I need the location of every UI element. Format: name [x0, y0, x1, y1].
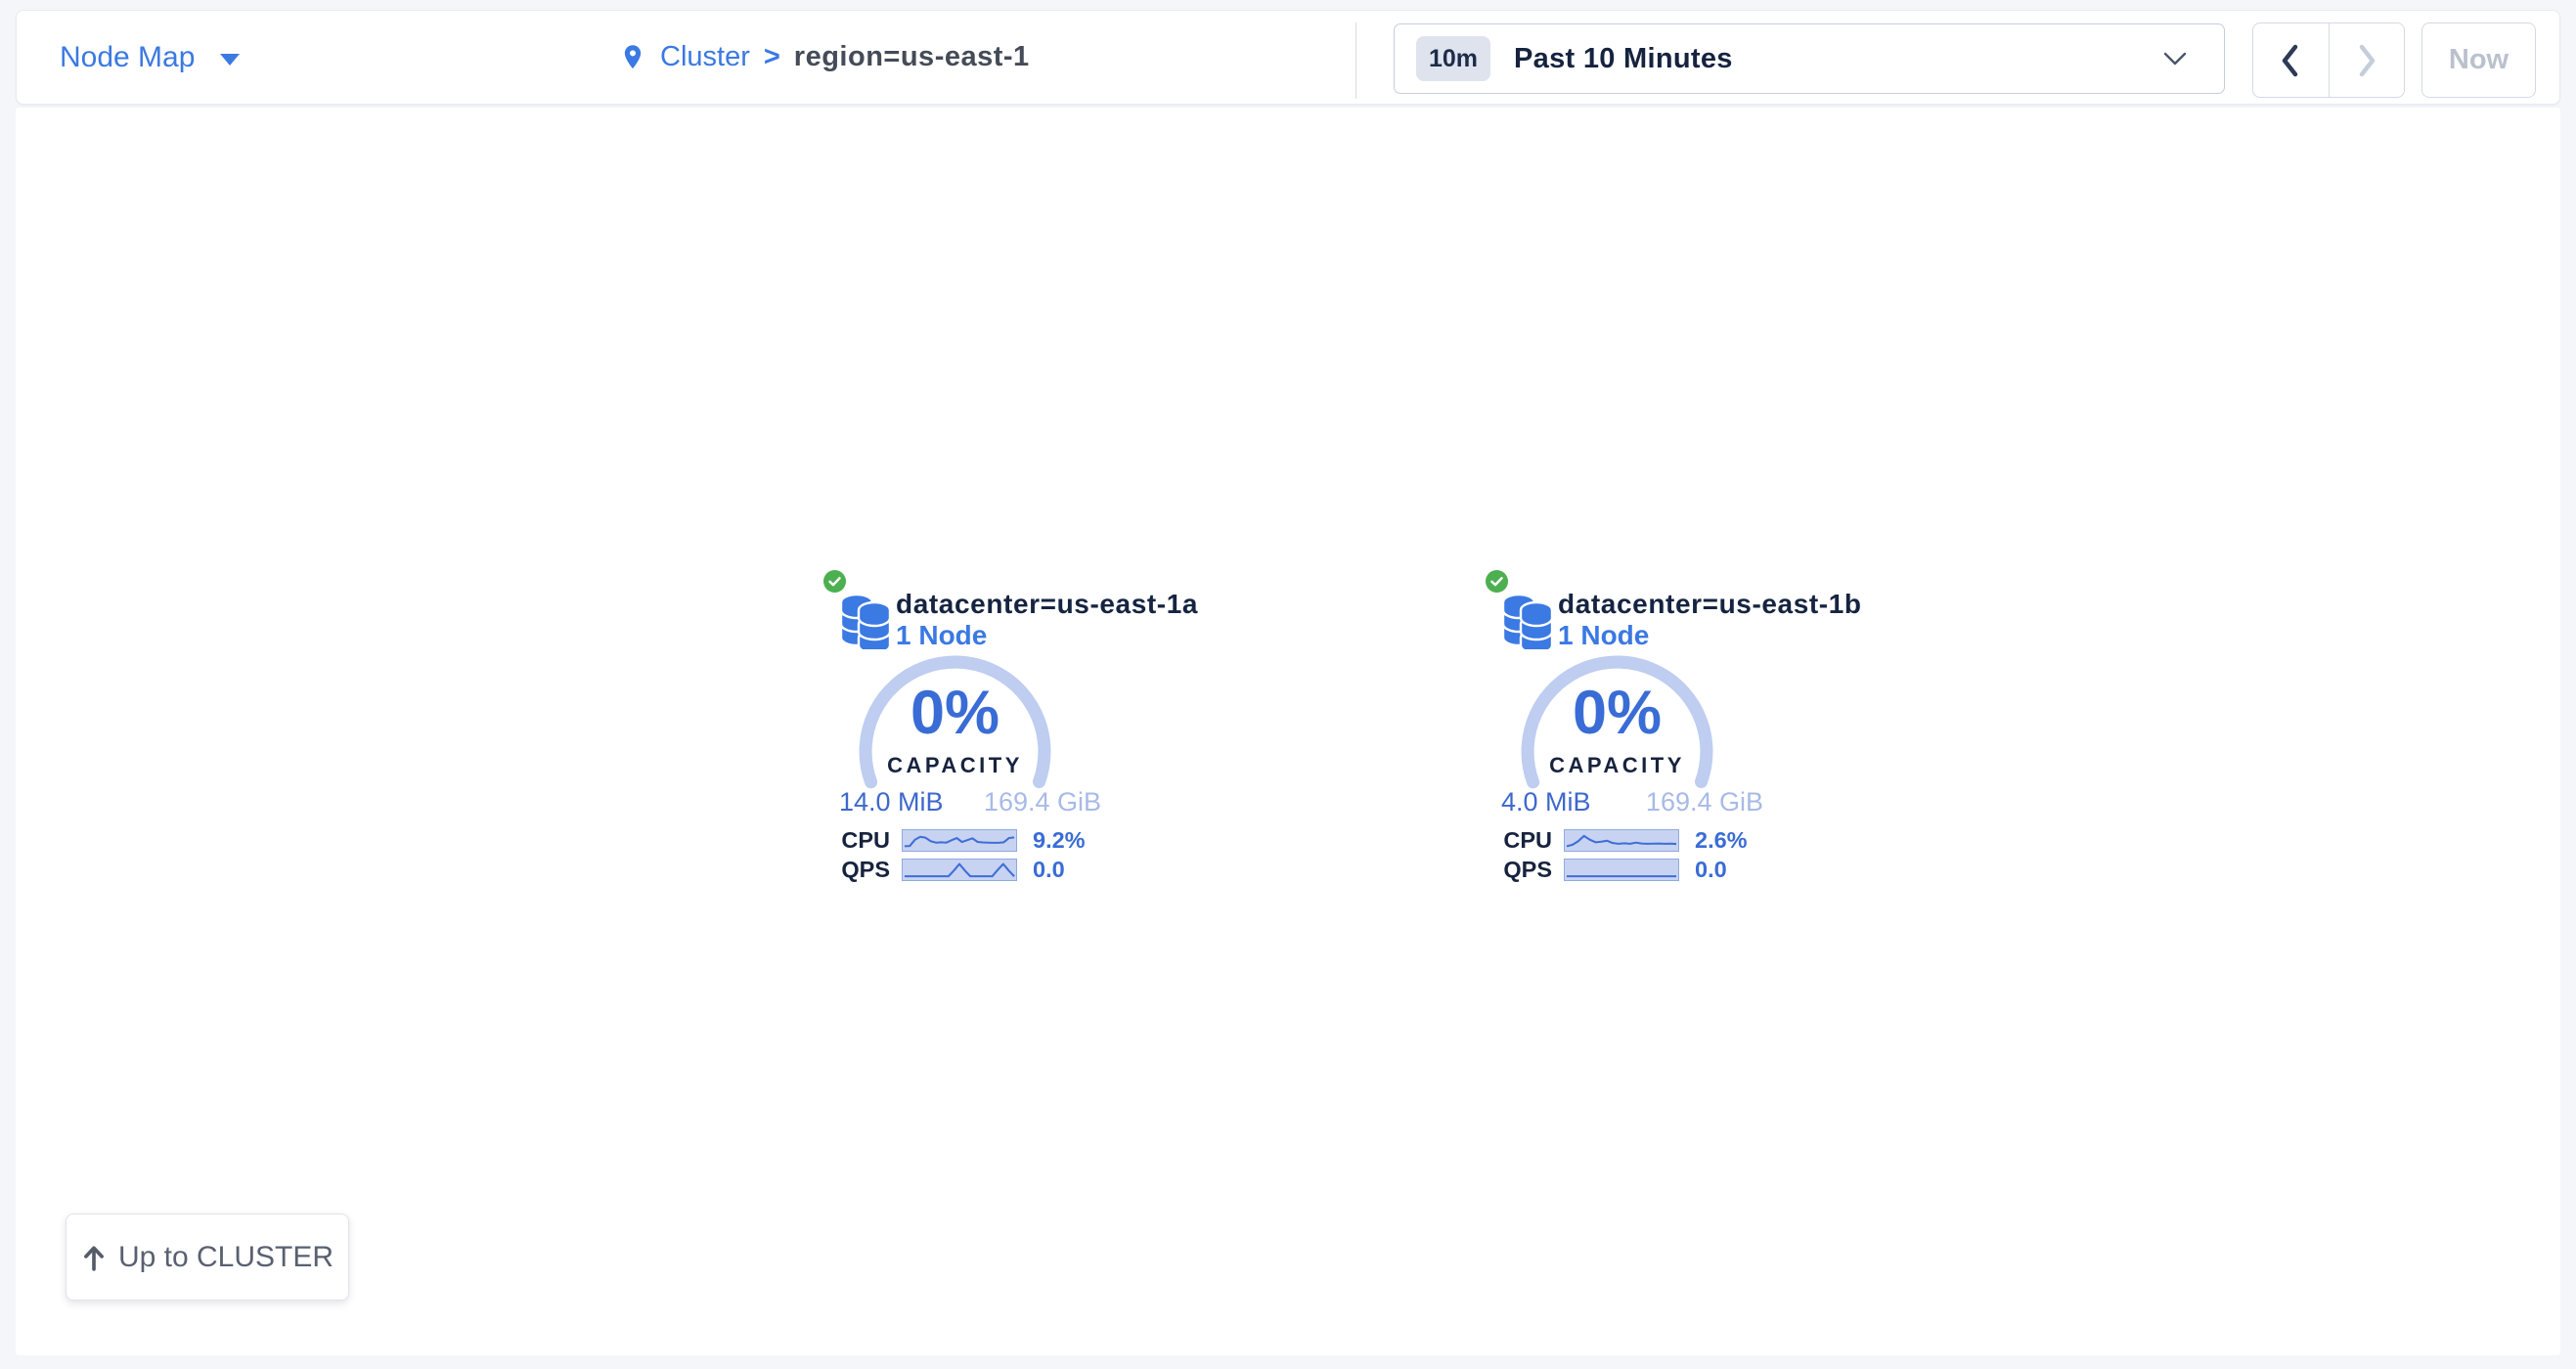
capacity-total: 169.4 GiB: [984, 787, 1101, 817]
metric-label-cpu: CPU: [1484, 827, 1552, 854]
status-healthy-icon: [1486, 570, 1508, 593]
breadcrumb-cluster-link[interactable]: Cluster: [660, 41, 750, 73]
up-to-cluster-label: Up to CLUSTER: [118, 1241, 333, 1274]
capacity-caption: CAPACITY: [855, 753, 1055, 778]
datacenter-card-us-east-1a[interactable]: datacenter=us-east-1a 1 Node 0% CAPACITY…: [822, 567, 1115, 895]
now-button[interactable]: Now: [2421, 22, 2536, 98]
time-forward-button[interactable]: [2330, 23, 2405, 97]
breadcrumb-current: region=us-east-1: [794, 41, 1030, 73]
time-back-button[interactable]: [2253, 23, 2330, 97]
breadcrumb-separator: >: [764, 41, 780, 73]
view-selector-label: Node Map: [60, 41, 195, 74]
qps-sparkline: [902, 859, 1017, 881]
cpu-value: 9.2%: [1033, 827, 1086, 854]
datacenter-node-count: 1 Node: [1558, 620, 1649, 651]
up-arrow-icon: [81, 1244, 107, 1271]
qps-metric-row: QPS 0.0: [822, 858, 1115, 881]
location-pin-icon: [619, 39, 646, 75]
caret-down-icon: [220, 54, 240, 66]
capacity-used: 14.0 MiB: [839, 787, 944, 817]
chevron-down-icon: [2163, 52, 2187, 66]
cpu-metric-row: CPU 2.6%: [1484, 828, 1777, 852]
time-window-dropdown[interactable]: 10m Past 10 Minutes: [1394, 23, 2225, 94]
capacity-caption: CAPACITY: [1517, 753, 1717, 778]
capacity-percentage: 0%: [1517, 683, 1717, 744]
time-nav-arrows: [2252, 22, 2405, 98]
capacity-percentage: 0%: [855, 683, 1055, 744]
qps-sparkline: [1564, 859, 1679, 881]
capacity-used: 4.0 MiB: [1501, 787, 1591, 817]
database-stack-icon: [835, 593, 896, 649]
breadcrumb: Cluster > region=us-east-1: [619, 11, 1030, 104]
metric-label-qps: QPS: [822, 857, 890, 883]
capacity-values-row: 14.0 MiB 169.4 GiB: [839, 787, 1101, 817]
status-healthy-icon: [823, 570, 846, 593]
chevron-right-icon: [2356, 44, 2377, 77]
qps-value: 0.0: [1695, 857, 1727, 883]
qps-value: 0.0: [1033, 857, 1065, 883]
cpu-sparkline: [1564, 829, 1679, 852]
datacenter-node-count: 1 Node: [896, 620, 987, 651]
capacity-total: 169.4 GiB: [1646, 787, 1763, 817]
chevron-left-icon: [2280, 44, 2301, 77]
database-stack-icon: [1497, 593, 1558, 649]
metric-label-cpu: CPU: [822, 827, 890, 854]
node-map-canvas: [16, 108, 2560, 1355]
metric-label-qps: QPS: [1484, 857, 1552, 883]
view-selector-dropdown[interactable]: Node Map: [60, 11, 240, 104]
cpu-metric-row: CPU 9.2%: [822, 828, 1115, 852]
capacity-values-row: 4.0 MiB 169.4 GiB: [1501, 787, 1763, 817]
up-to-cluster-button[interactable]: Up to CLUSTER: [66, 1214, 349, 1301]
qps-metric-row: QPS 0.0: [1484, 858, 1777, 881]
datacenter-card-us-east-1b[interactable]: datacenter=us-east-1b 1 Node 0% CAPACITY…: [1484, 567, 1777, 895]
time-window-badge: 10m: [1416, 36, 1490, 81]
cpu-sparkline: [902, 829, 1017, 852]
datacenter-name: datacenter=us-east-1a: [896, 589, 1198, 620]
cpu-value: 2.6%: [1695, 827, 1748, 854]
time-window-label: Past 10 Minutes: [1514, 43, 1733, 75]
header-divider: [1355, 22, 1356, 99]
header-bar: Node Map Cluster > region=us-east-1 10m …: [16, 10, 2560, 105]
datacenter-name: datacenter=us-east-1b: [1558, 589, 1862, 620]
